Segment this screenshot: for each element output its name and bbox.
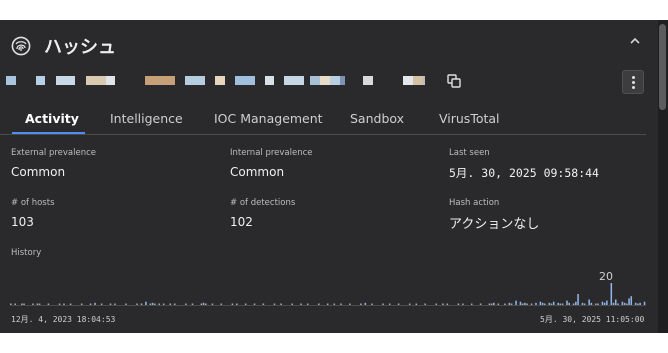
hash-segment [413,76,423,85]
tab-ioc-management[interactable]: IOC Management [214,111,323,126]
hash-segment [423,76,425,85]
hash-segment [36,76,45,85]
hash-segment [235,76,255,85]
hash-action-value: アクションなし [449,217,540,232]
scrollbar[interactable] [658,20,668,333]
hash-segment [363,76,373,85]
hash-segment [340,76,345,85]
chevron-up-icon[interactable] [627,34,643,48]
history-bar [628,298,630,305]
detections-label: # of detections [230,198,296,208]
history-start-date: 12月. 4, 2023 18:04:53 [11,315,116,324]
more-vertical-icon [632,76,635,79]
detections-value: 102 [230,215,253,229]
hosts-label: # of hosts [11,198,55,208]
history-end-date: 5月. 30, 2025 11:05:00 [540,315,645,324]
tab-intelligence[interactable]: Intelligence [110,111,183,126]
hash-segment [6,76,16,85]
panel-header: ハッシュ [0,20,658,70]
copy-icon[interactable] [447,74,461,88]
more-vertical-icon [632,81,635,84]
hash-panel: ハッシュ Activity Intelligence IOC Managemen… [0,20,658,333]
hash-segment [215,76,225,85]
history-chart [10,283,646,305]
tab-bar: Activity Intelligence IOC Management San… [0,104,646,135]
hash-action-label: Hash action [449,198,500,208]
hash-value [0,72,658,92]
last-seen-label: Last seen [449,148,490,158]
hash-segment [106,76,115,85]
scrollbar-thumb[interactable] [659,24,666,110]
hash-segment [284,76,304,85]
active-tab-indicator [12,132,85,134]
history-bar [630,296,633,305]
panel-title: ハッシュ [44,37,116,58]
more-vertical-icon [632,86,635,89]
fingerprint-icon [11,36,31,56]
hash-segment [265,76,274,85]
tab-virustotal[interactable]: VirusTotal [439,111,500,126]
hash-segment [310,76,320,85]
internal-prevalence-label: Internal prevalence [230,148,313,158]
hash-segment [56,76,75,85]
hash-segment [185,76,205,85]
hosts-value: 103 [11,215,34,229]
internal-prevalence-value: Common [230,165,285,179]
hash-segment [145,76,175,85]
hash-segment [330,76,340,85]
hash-segment [320,76,330,85]
hash-segment [403,76,413,85]
history-label: History [11,248,42,258]
more-options-button[interactable] [622,70,644,94]
last-seen-value: 5月. 30, 2025 09:58:44 [449,166,599,180]
history-bar [577,294,579,305]
external-prevalence-label: External prevalence [11,148,97,158]
history-axis [10,305,646,306]
tab-activity[interactable]: Activity [25,111,79,126]
hash-segment [86,76,106,85]
external-prevalence-value: Common [11,165,66,179]
history-bar [610,283,613,305]
tab-sandbox[interactable]: Sandbox [350,111,404,126]
